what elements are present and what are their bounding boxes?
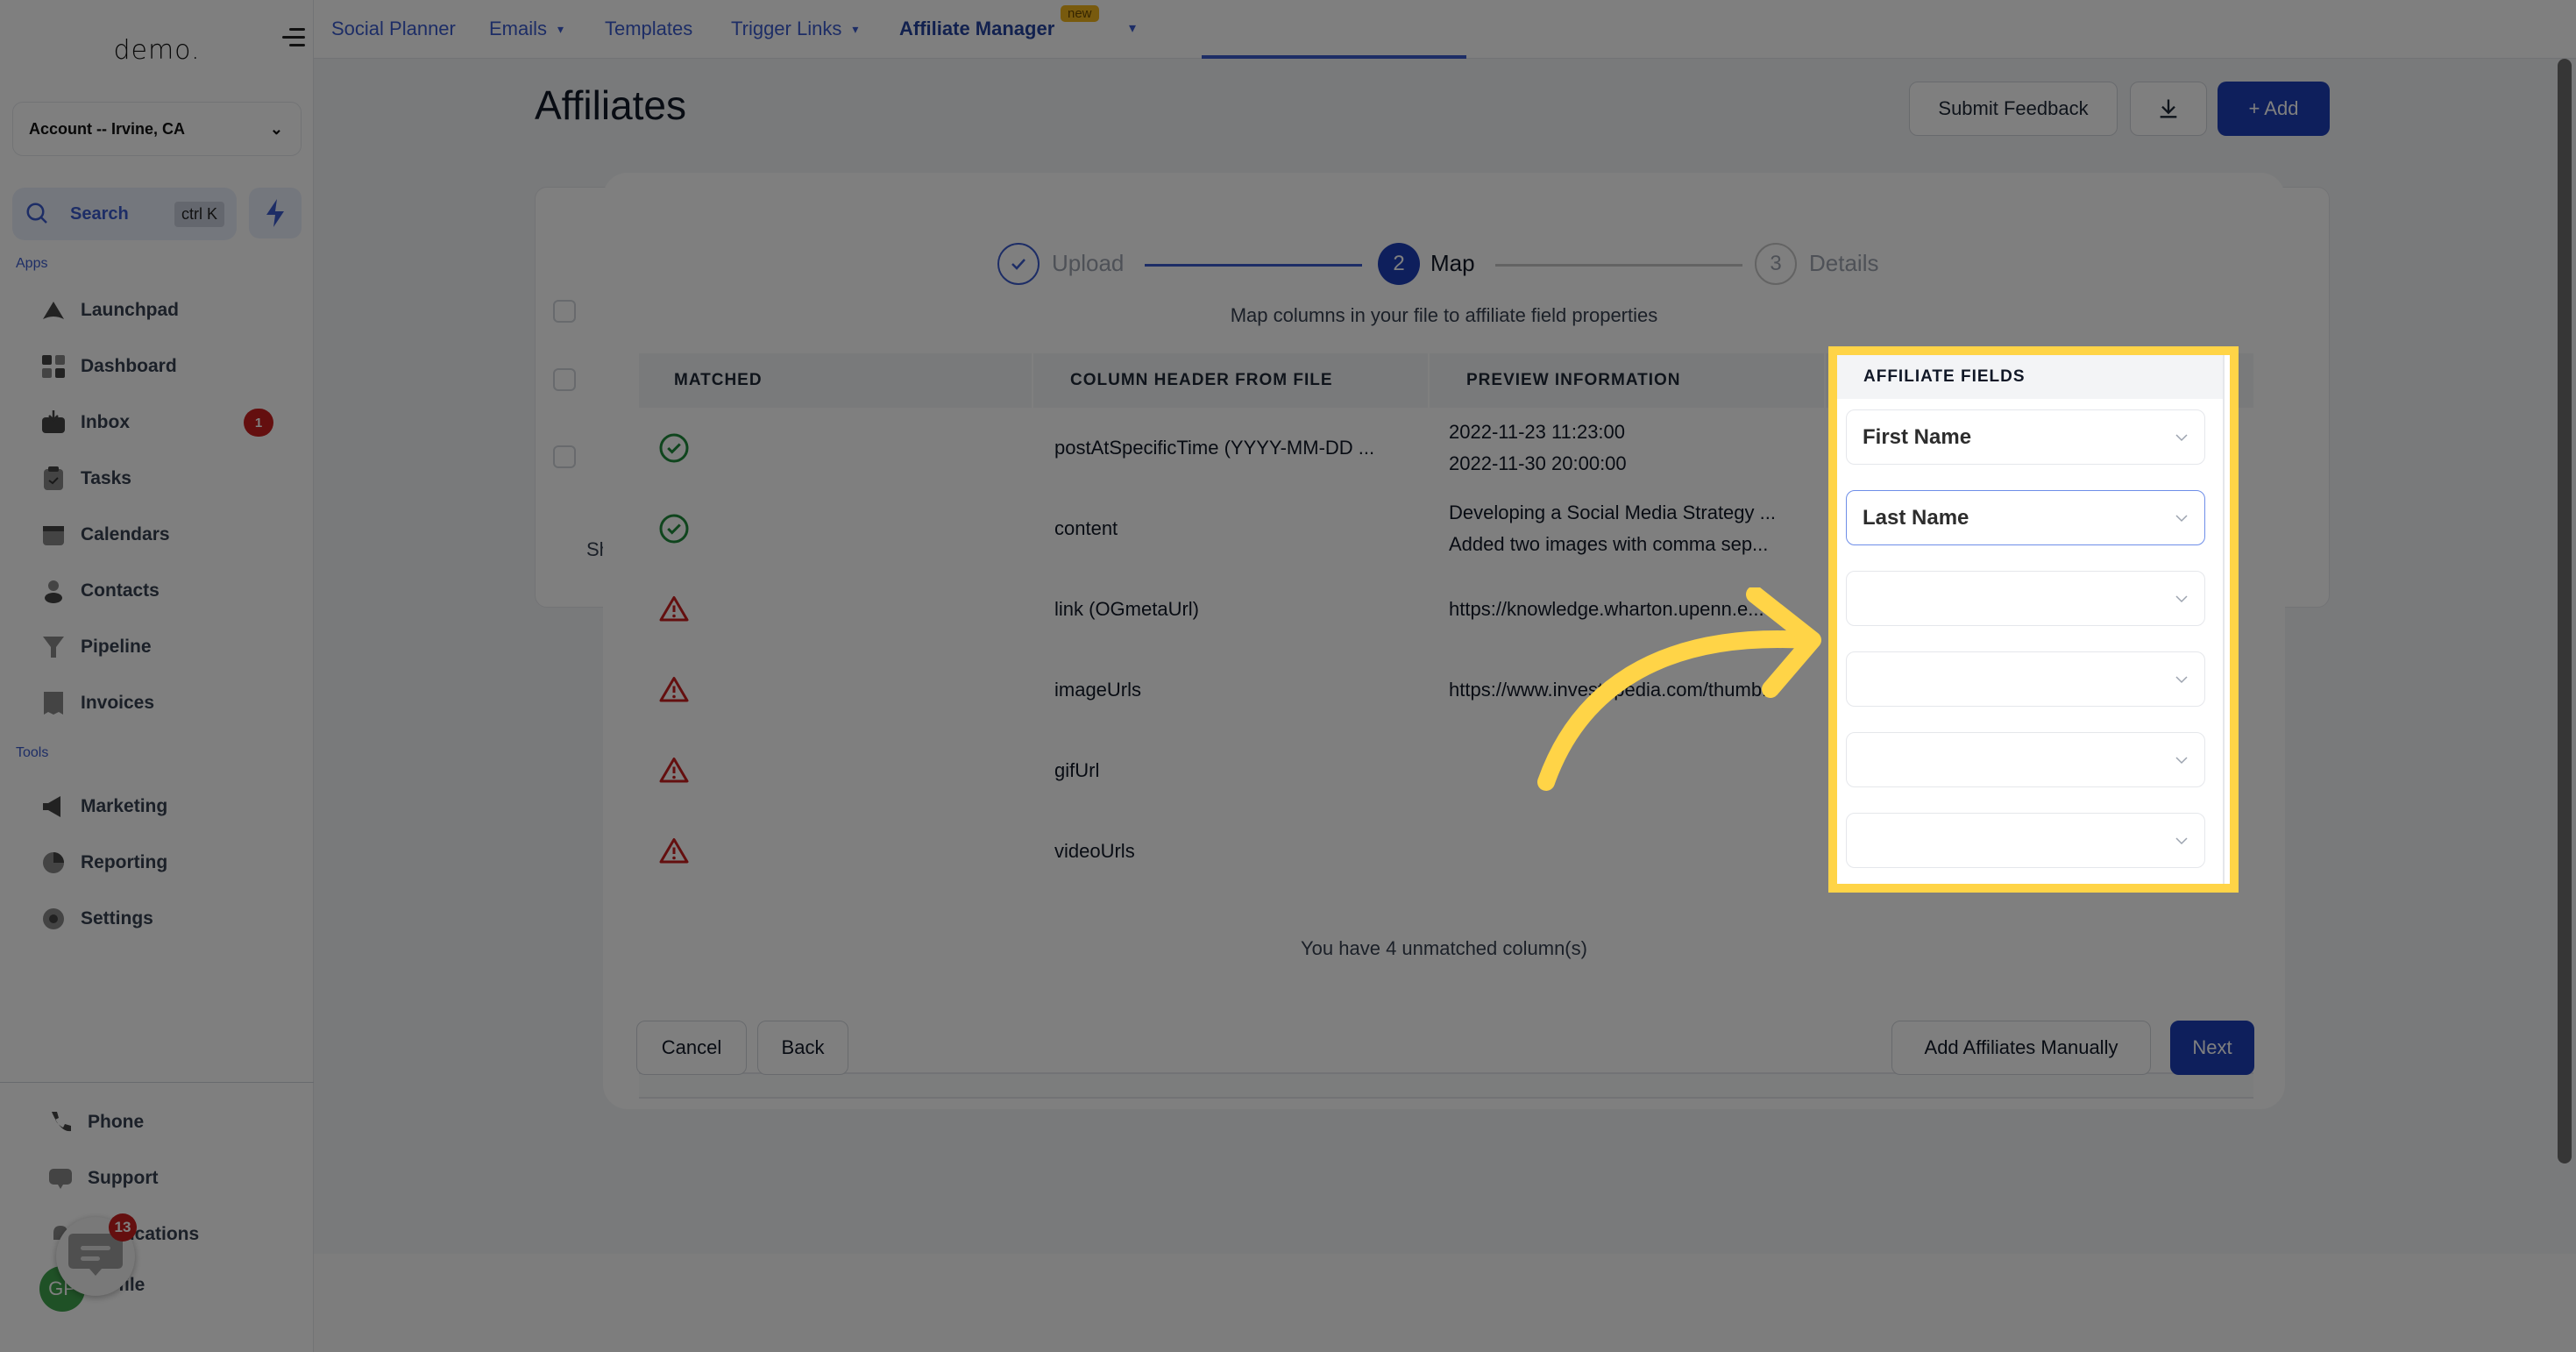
- selected-field: First Name: [1863, 424, 1972, 449]
- affiliate-field-select[interactable]: [1846, 651, 2205, 707]
- selected-field: Last Name: [1863, 505, 1969, 530]
- column-scrollbar: [2223, 355, 2225, 884]
- chevron-down-icon: [2175, 433, 2188, 441]
- chevron-down-icon: [2175, 836, 2188, 844]
- column-header-affiliate-fields: AFFILIATE FIELDS: [1837, 355, 2223, 399]
- affiliate-fields-highlight: AFFILIATE FIELDS First Name Last Name: [1828, 346, 2239, 893]
- chevron-down-icon: [2175, 756, 2188, 764]
- chevron-down-icon: [2175, 675, 2188, 683]
- affiliate-field-select[interactable]: [1846, 813, 2205, 868]
- annotation-arrow: [1537, 587, 1821, 791]
- affiliate-field-select[interactable]: First Name: [1846, 409, 2205, 465]
- affiliate-field-select[interactable]: [1846, 571, 2205, 626]
- chevron-down-icon: [2175, 514, 2188, 522]
- affiliate-field-select[interactable]: [1846, 732, 2205, 787]
- affiliate-field-select[interactable]: Last Name: [1846, 490, 2205, 545]
- chevron-down-icon: [2175, 594, 2188, 602]
